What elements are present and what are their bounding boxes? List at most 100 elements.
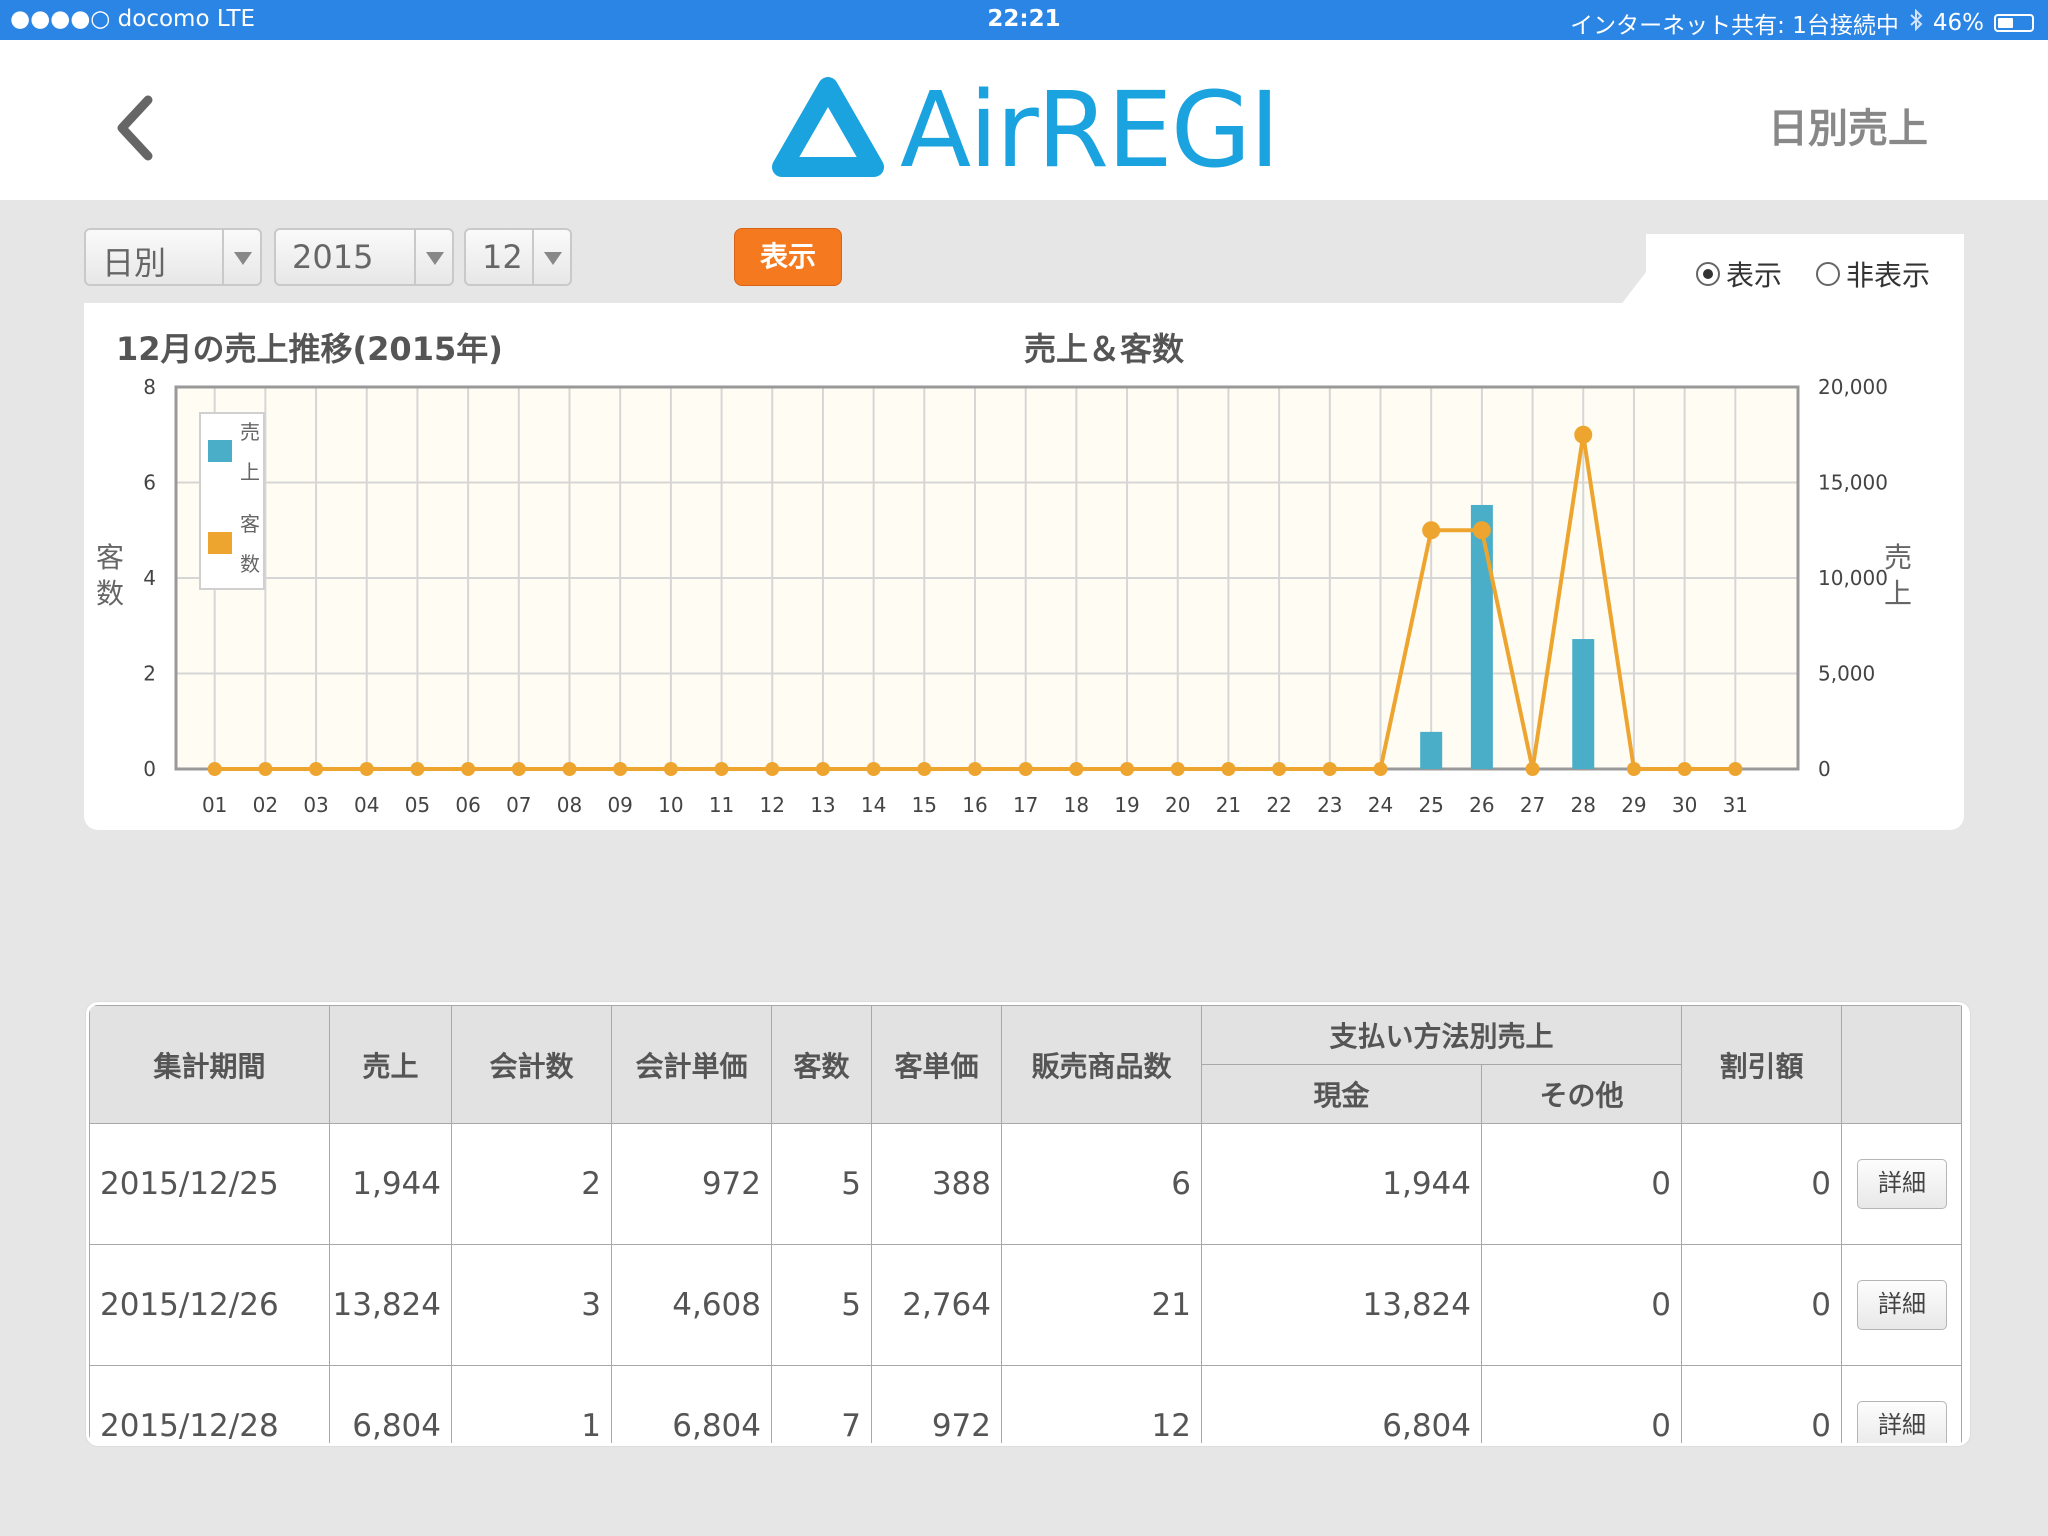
customers-point: [562, 762, 577, 776]
customers-point: [461, 762, 476, 776]
x-tick-label: 27: [1520, 793, 1545, 817]
year-select-value: 2015: [292, 238, 374, 276]
customers-point: [511, 762, 526, 776]
customers-point: [1272, 762, 1287, 776]
cell-other: 0: [1480, 1123, 1683, 1245]
app-header: AirREGI 日別売上: [0, 40, 2048, 200]
cell-cash: 6,804: [1201, 1365, 1482, 1443]
right-tick-label: 10,000: [1818, 566, 1888, 590]
x-tick-label: 01: [202, 793, 227, 817]
x-tick-label: 04: [354, 793, 379, 817]
cell-cash: 1,944: [1201, 1123, 1482, 1245]
radio-hide[interactable]: 非表示: [1816, 254, 1930, 294]
radio-hide-label: 非表示: [1846, 259, 1931, 292]
cell-customers: 7: [771, 1365, 872, 1443]
right-tick-label: 15,000: [1818, 471, 1888, 495]
chart-title: 12月の売上推移(2015年): [116, 330, 503, 368]
radio-hide-indicator[interactable]: [1816, 262, 1840, 286]
x-tick-label: 26: [1469, 793, 1494, 817]
left-tick-label: 0: [143, 757, 156, 781]
x-tick-label: 28: [1571, 793, 1596, 817]
show-button[interactable]: 表示: [734, 228, 842, 286]
x-tick-label: 03: [303, 793, 328, 817]
header-discount: 割引額: [1681, 1005, 1843, 1124]
radio-show-indicator[interactable]: [1696, 262, 1720, 286]
cell-other: 0: [1480, 1365, 1683, 1443]
header-other: その他: [1480, 1064, 1683, 1124]
x-tick-label: 07: [506, 793, 531, 817]
table-row: 2015/12/28 6,804 1 6,804 7 972 12 6,804 …: [89, 1365, 1963, 1443]
x-tick-label: 16: [962, 793, 987, 817]
customers-point: [1525, 762, 1540, 776]
period-select-value: 日別: [102, 244, 167, 282]
left-tick-label: 8: [143, 375, 156, 399]
sales-bar: [1420, 731, 1443, 769]
airregi-logo: AirREGI: [770, 69, 1280, 191]
customers-point: [613, 762, 628, 776]
x-tick-label: 13: [810, 793, 835, 817]
cell-discount: 0: [1681, 1123, 1843, 1245]
customers-point: [410, 762, 425, 776]
customers-point: [1069, 762, 1084, 776]
triangle-logo-icon: [772, 77, 884, 177]
chevron-down-icon: [532, 230, 570, 284]
customers-point: [207, 762, 222, 776]
cell-discount: 0: [1681, 1244, 1843, 1366]
sales-table: 集計期間 売上 会計数 会計単価 客数 客単価 販売商品数 支払い方法別売上 割…: [89, 1005, 1963, 1443]
cell-avg-customer: 972: [871, 1365, 1002, 1443]
left-tick-label: 6: [143, 471, 156, 495]
chevron-left-icon: [117, 95, 153, 161]
customers-point: [359, 762, 374, 776]
tethering-label: インターネット共有: 1台接続中: [1570, 13, 1899, 39]
cell-avg-customer: 2,764: [871, 1244, 1002, 1366]
back-button[interactable]: [110, 92, 166, 164]
x-tick-label: 08: [557, 793, 582, 817]
battery-percent: 46%: [1932, 10, 1984, 36]
x-tick-label: 05: [405, 793, 430, 817]
cell-other: 0: [1480, 1244, 1683, 1366]
sales-bar: [1470, 504, 1493, 769]
x-tick-label: 11: [709, 793, 734, 817]
detail-button[interactable]: 詳細: [1857, 1159, 1948, 1209]
year-select[interactable]: 2015: [274, 228, 454, 286]
x-tick-label: 17: [1013, 793, 1038, 817]
header-cash: 現金: [1201, 1064, 1482, 1124]
x-tick-label: 10: [658, 793, 683, 817]
x-tick-label: 22: [1266, 793, 1291, 817]
month-select[interactable]: 12: [464, 228, 572, 286]
detail-button[interactable]: 詳細: [1857, 1280, 1948, 1330]
legend-swatch-sales: [208, 440, 232, 462]
chevron-down-icon: [414, 230, 452, 284]
radio-show-label: 表示: [1726, 259, 1783, 292]
detail-button[interactable]: 詳細: [1857, 1401, 1948, 1443]
header-sales: 売上: [329, 1005, 452, 1124]
header-avg-transaction: 会計単価: [611, 1005, 772, 1124]
customers-point: [663, 762, 678, 776]
status-right: インターネット共有: 1台接続中 46%: [1570, 6, 2034, 40]
x-tick-label: 29: [1621, 793, 1646, 817]
cell-avg-transaction: 4,608: [611, 1244, 772, 1366]
x-tick-label: 31: [1723, 793, 1748, 817]
cell-discount: 0: [1681, 1365, 1843, 1443]
customers-point: [258, 762, 273, 776]
radio-show[interactable]: 表示: [1696, 254, 1782, 294]
left-tick-label: 4: [143, 566, 156, 590]
chart-subtitle: 売上＆客数: [1024, 330, 1185, 368]
battery-fill: [1998, 18, 2013, 28]
customers-point: [309, 762, 324, 776]
cell-customers: 5: [771, 1244, 872, 1366]
customers-point: [1120, 762, 1135, 776]
table-row: 2015/12/25 1,944 2 972 5 388 6 1,944 0 0…: [89, 1123, 1963, 1245]
cell-actions: 詳細: [1841, 1365, 1963, 1443]
left-axis-label: 客数: [96, 541, 124, 610]
cell-customers: 5: [771, 1123, 872, 1245]
period-select[interactable]: 日別: [84, 228, 262, 286]
customers-point: [866, 762, 881, 776]
customers-point: [968, 762, 982, 776]
chart-visibility-tab: 表示 非表示: [1620, 234, 1964, 306]
right-axis-label: 売上: [1884, 541, 1912, 610]
x-tick-label: 09: [607, 793, 632, 817]
customers-point: [714, 762, 729, 776]
cell-items-sold: 21: [1001, 1244, 1202, 1366]
customers-point: [1574, 425, 1593, 444]
